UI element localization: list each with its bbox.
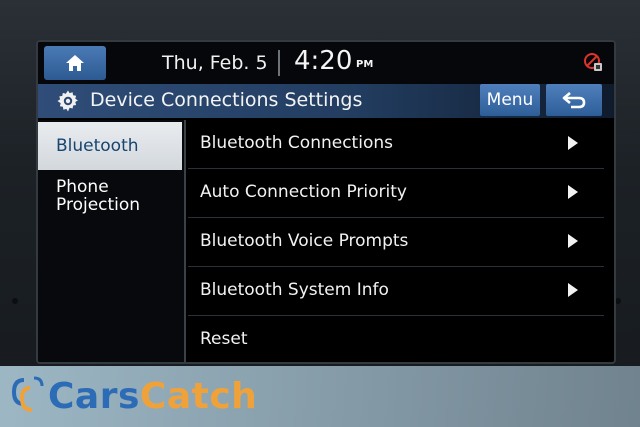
watermark-text: CarsCatch <box>48 376 257 417</box>
status-date: Thu, Feb. 5 <box>162 52 268 74</box>
list-item-label: Bluetooth Voice Prompts <box>200 231 409 251</box>
chevron-right-icon <box>568 136 578 150</box>
chevron-right-icon <box>568 185 578 199</box>
back-arrow-icon <box>562 92 586 109</box>
sidebar-item-phone-projection[interactable]: Phone Projection <box>38 178 182 214</box>
status-ampm: PM <box>356 59 374 70</box>
sidebar-item-label-line2: Projection <box>56 195 141 215</box>
chevron-right-icon <box>568 283 578 297</box>
sidebar: Bluetooth Phone Projection <box>38 120 184 362</box>
home-button[interactable] <box>44 46 106 80</box>
watermark-brand-part2: Catch <box>139 376 258 417</box>
list-item-label: Bluetooth Connections <box>200 133 393 153</box>
status-bar: Thu, Feb. 5 4:20 PM <box>38 42 614 84</box>
page-title: Device Connections Settings <box>90 89 363 111</box>
title-bar: Device Connections Settings Menu <box>38 84 614 118</box>
sidebar-item-label-line1: Phone <box>56 177 109 197</box>
gear-icon <box>57 90 78 112</box>
status-time: 4:20 <box>294 46 353 76</box>
sidebar-divider <box>184 120 186 362</box>
list-item-label: Auto Connection Priority <box>200 182 407 202</box>
list-item-label: Reset <box>200 329 248 349</box>
list-item-label: Bluetooth System Info <box>200 280 389 300</box>
chevron-right-icon <box>568 234 578 248</box>
list-item-reset[interactable]: Reset <box>188 316 604 362</box>
sidebar-item-label: Bluetooth <box>56 136 139 156</box>
carscatch-logo-icon <box>11 376 44 412</box>
list-item-bluetooth-system-info[interactable]: Bluetooth System Info <box>188 267 604 316</box>
menu-button[interactable]: Menu <box>480 84 540 116</box>
list-item-bluetooth-voice-prompts[interactable]: Bluetooth Voice Prompts <box>188 218 604 267</box>
home-icon <box>66 55 84 71</box>
mute-phone-icon <box>584 53 602 71</box>
status-divider <box>278 50 280 76</box>
list-item-bluetooth-connections[interactable]: Bluetooth Connections <box>188 120 604 169</box>
list-item-auto-connection-priority[interactable]: Auto Connection Priority <box>188 169 604 218</box>
settings-list: Bluetooth Connections Auto Connection Pr… <box>188 120 612 362</box>
sidebar-item-bluetooth[interactable]: Bluetooth <box>38 122 182 170</box>
watermark-banner: CarsCatch <box>0 366 640 427</box>
watermark-brand-part1: Cars <box>48 376 140 417</box>
back-button[interactable] <box>546 84 602 116</box>
bezel-screw <box>12 298 18 304</box>
infotainment-screen: Thu, Feb. 5 4:20 PM Device Connections S… <box>36 40 616 364</box>
